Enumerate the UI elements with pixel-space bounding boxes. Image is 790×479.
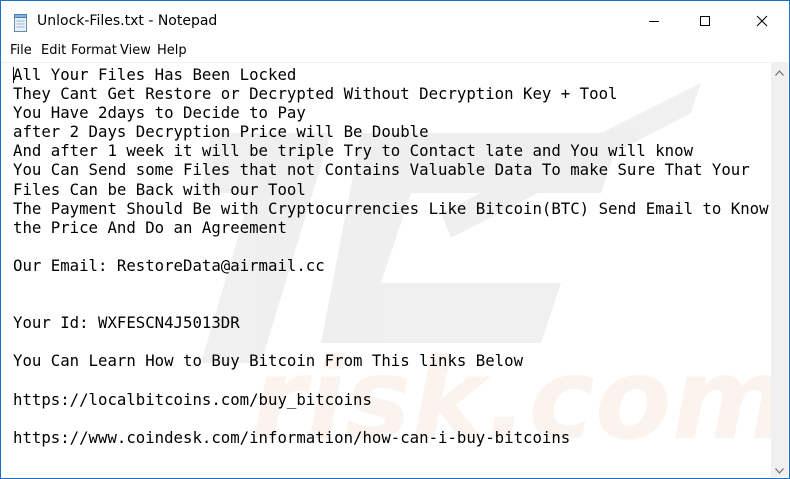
text-line: https://www.coindesk.com/information/how… [13, 427, 571, 447]
window-title: Unlock-Files.txt - Notepad [37, 13, 218, 29]
close-icon [756, 12, 768, 31]
menu-edit[interactable]: Edit [41, 43, 66, 58]
text-line: They Cant Get Restore or Decrypted Witho… [13, 84, 618, 104]
text-line: You Can Send some Files that not Contain… [13, 160, 750, 180]
text-line: All Your Files Has Been Locked [13, 65, 297, 84]
menu-format[interactable]: Format [71, 43, 117, 58]
close-button[interactable] [739, 1, 785, 42]
notepad-icon[interactable] [13, 14, 29, 32]
text-line: https://localbitcoins.com/buy_bitcoins [13, 389, 372, 409]
text-line: the Price And Do an Agreement [13, 217, 287, 237]
text-line [13, 294, 768, 313]
scroll-down-button[interactable] [771, 460, 788, 477]
scroll-up-button[interactable] [771, 62, 788, 79]
text-line: after 2 Days Decryption Price will Be Do… [13, 122, 429, 142]
text-line: You Can Learn How to Buy Bitcoin From Th… [13, 351, 524, 371]
minimize-button[interactable] [631, 1, 677, 42]
vertical-scrollbar[interactable] [771, 62, 788, 477]
text-line [13, 237, 768, 256]
menu-file[interactable]: File [10, 43, 32, 58]
maximize-icon [699, 12, 711, 31]
text-line: Your Id: WXFESCN4J5013DR [13, 313, 240, 333]
text-line: And after 1 week it will be triple Try t… [13, 141, 694, 161]
text-editor[interactable]: risk.com All Your Files Has Been Locked T… [1, 62, 771, 478]
text-line: Our Email: RestoreData@airmail.cc [13, 255, 325, 275]
text-line [13, 275, 768, 294]
text-line [13, 409, 768, 428]
scroll-up-arrow-icon [775, 61, 784, 80]
menu-bar: File Edit Format View Help [1, 42, 789, 62]
text-line [13, 371, 768, 390]
text-line [13, 332, 768, 351]
menu-help[interactable]: Help [157, 43, 187, 58]
text-line: The Payment Should Be with Cryptocurrenc… [13, 198, 769, 218]
scroll-down-arrow-icon [775, 459, 784, 478]
text-line: Files Can be Back with our Tool [13, 179, 306, 199]
document-text[interactable]: All Your Files Has Been Locked They Cant … [13, 65, 769, 447]
menu-view[interactable]: View [120, 43, 151, 58]
maximize-button[interactable] [682, 1, 728, 42]
title-bar[interactable]: Unlock-Files.txt - Notepad [1, 1, 789, 42]
notepad-window: Unlock-Files.txt - Notepad File Edit For… [0, 0, 790, 479]
minimize-icon [648, 12, 660, 31]
text-line: You Have 2days to Decide to Pay [13, 103, 306, 123]
